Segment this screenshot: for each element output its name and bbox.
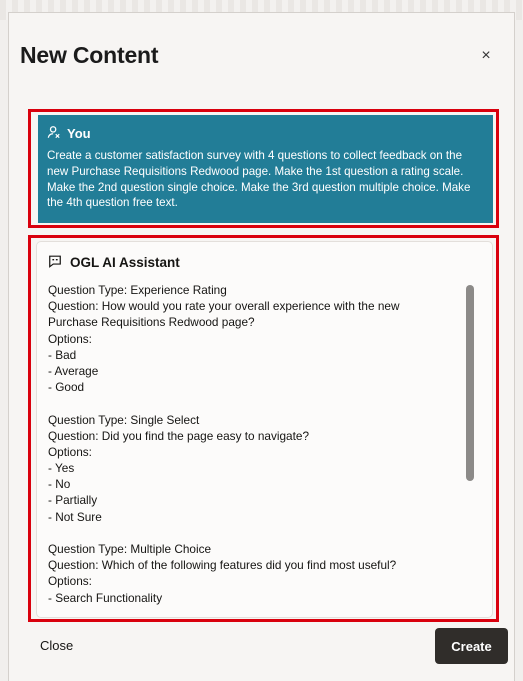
assistant-line (48, 525, 478, 541)
assistant-line: Question: Did you find the page easy to … (48, 428, 310, 443)
assistant-line: - Search Functionality (48, 590, 163, 605)
user-icon (47, 125, 61, 142)
assistant-line: Question Type: Multiple Choice (48, 542, 212, 556)
chat-bubble-icon (48, 254, 62, 271)
assistant-line: - Yes (48, 461, 75, 476)
user-message: You Create a customer satisfaction surve… (38, 115, 493, 223)
assistant-line: Options: (48, 574, 92, 589)
assistant-line: Options: (48, 444, 92, 459)
assistant-author: OGL AI Assistant (70, 255, 180, 270)
close-icon[interactable]: × (474, 44, 498, 68)
assistant-line: - Bad (48, 347, 77, 362)
assistant-line: Options: (48, 331, 92, 346)
user-author: You (67, 125, 91, 141)
assistant-line: - Average (48, 363, 99, 378)
assistant-line: Question: How would you rate your overal… (48, 299, 400, 314)
assistant-line: Question: Which of the following feature… (48, 558, 397, 573)
user-message-header: You (47, 123, 485, 143)
scrollbar-thumb[interactable] (466, 285, 474, 481)
assistant-line (48, 395, 478, 411)
assistant-line: - Good (48, 380, 85, 395)
assistant-line: Question Type: Single Select (48, 412, 200, 427)
assistant-message: OGL AI Assistant Question Type: Experien… (36, 241, 493, 618)
dialog-title: New Content (20, 42, 159, 68)
assistant-line: - Partially (48, 493, 98, 508)
user-message-text: Create a customer satisfaction survey wi… (47, 149, 471, 210)
create-button[interactable]: Create (435, 628, 508, 664)
assistant-message-body: Question Type: Experience Rating Questio… (48, 282, 478, 606)
close-button[interactable]: Close (40, 634, 73, 656)
assistant-line: - No (48, 477, 71, 492)
assistant-message-header: OGL AI Assistant (48, 254, 180, 271)
assistant-line: - Not Sure (48, 509, 102, 524)
assistant-line: Question Type: Experience Rating (48, 283, 227, 297)
assistant-line: Purchase Requisitions Redwood page? (48, 315, 255, 330)
